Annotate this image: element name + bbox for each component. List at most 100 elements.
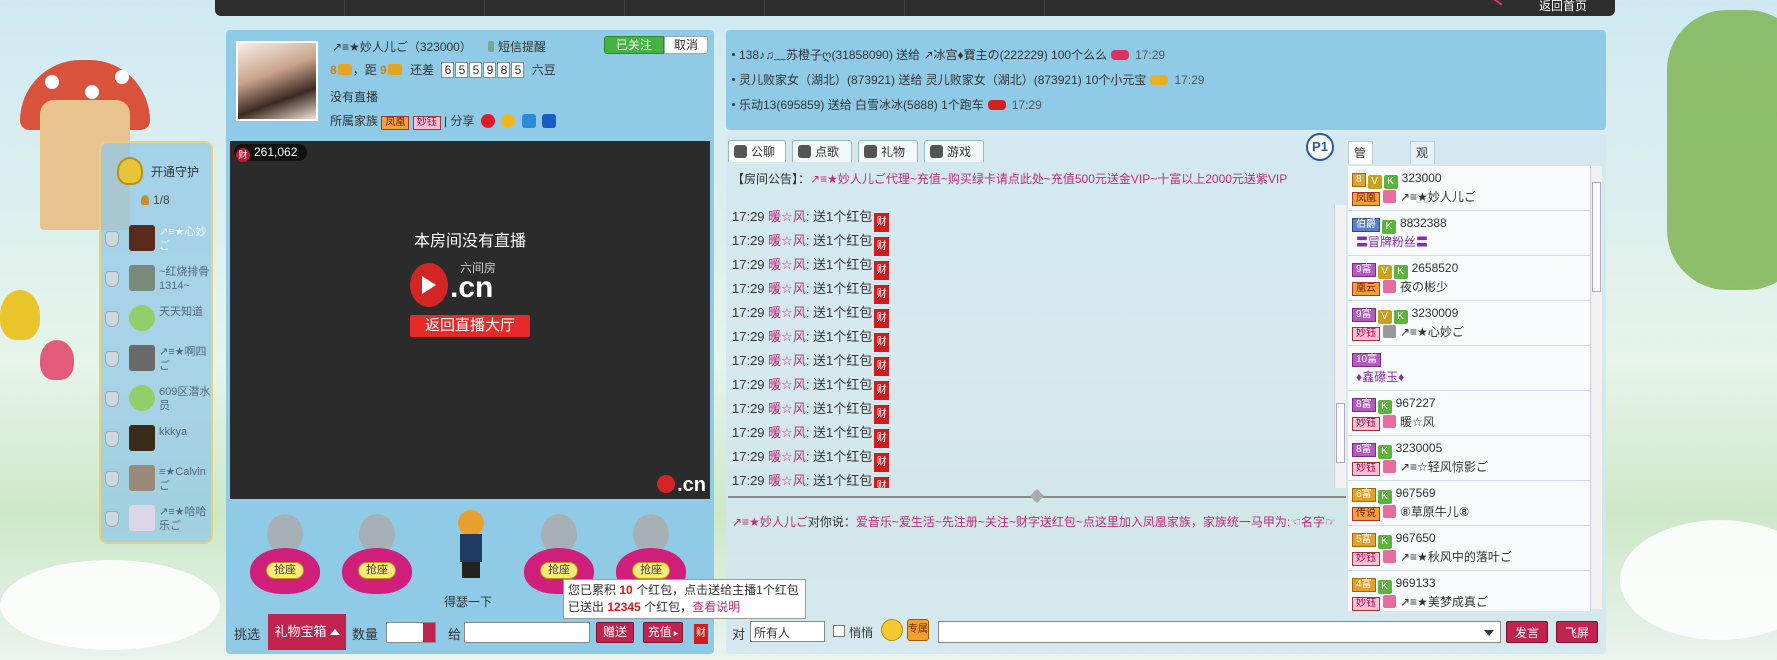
bullet: [732, 78, 735, 81]
msg-nick[interactable]: 暖☆风: [768, 353, 806, 368]
pm-text[interactable]: 爱音乐~爱生活~先注册~关注~财字送红包~点这里加入凤凰家族，家族统一马甲为:☜…: [856, 515, 1336, 529]
top-nav-tab[interactable]: [625, 0, 765, 16]
anchor-avatar[interactable]: [236, 41, 318, 121]
seat[interactable]: 抢座: [250, 514, 320, 604]
user-row[interactable]: 5富 K 967650 妙钰 ↗≡★秋风中的落叶ご: [1348, 526, 1590, 571]
send-gift-button[interactable]: 赠送: [596, 622, 634, 643]
tab-games[interactable]: 游戏: [924, 140, 984, 162]
unfollow-button[interactable]: 取消: [664, 36, 708, 54]
grab-seat-button[interactable]: 抢座: [540, 562, 578, 579]
msg-nick[interactable]: 暖☆风: [768, 329, 806, 344]
medal-icon: [1383, 460, 1396, 473]
tencent-weibo-icon[interactable]: [521, 114, 536, 128]
video-player[interactable]: 财 261,062 本房间没有直播 六间房 .cn 返回直播大厅 .cn: [230, 141, 710, 499]
avatar: [129, 385, 155, 411]
tab-admins[interactable]: 管理员13: [1348, 141, 1374, 229]
view-explanation-link[interactable]: 查看说明: [692, 600, 740, 614]
user-id: 2658520: [1411, 261, 1459, 275]
renren-icon[interactable]: [541, 114, 556, 128]
tab-gifts[interactable]: 礼物: [858, 140, 918, 162]
msg-nick[interactable]: 暖☆风: [768, 425, 806, 440]
guard-member[interactable]: ↗≡★心妙ご: [105, 221, 211, 255]
msg-nick[interactable]: 暖☆风: [768, 209, 806, 224]
tab-public-chat[interactable]: 公聊: [728, 140, 786, 162]
msg-nick[interactable]: 暖☆风: [768, 377, 806, 392]
grab-seat-button[interactable]: 抢座: [358, 562, 396, 579]
msg-nick[interactable]: 暖☆风: [768, 401, 806, 416]
red-packet-button[interactable]: 财: [694, 624, 708, 644]
msg-nick[interactable]: 暖☆风: [768, 281, 806, 296]
top-nav-tab[interactable]: [765, 0, 905, 16]
family-badge[interactable]: 妙钰: [412, 116, 441, 130]
seat[interactable]: 抢座: [342, 514, 412, 604]
pm-nick[interactable]: ↗≡★妙人儿ご: [732, 515, 808, 529]
host-character[interactable]: [450, 510, 490, 590]
anchor-name[interactable]: ↗≡★妙人儿ご（323000）: [332, 38, 472, 55]
distance-label: ，距: [352, 63, 377, 77]
gift-feed: 138♪♫﹏苏橙子ღ(31858090) 送给 ↗冰宫♦寶主の(222229) …: [732, 43, 1352, 118]
user-row[interactable]: 9富 V K 3230009 妙钰 ↗≡★心妙ご: [1348, 301, 1590, 346]
avatar: [129, 225, 155, 251]
grab-seat-button[interactable]: 抢座: [632, 562, 670, 579]
chat-target-select[interactable]: 所有人: [750, 621, 825, 642]
chat-resize-handle[interactable]: [728, 488, 1346, 504]
guard-member[interactable]: 天天知道: [105, 301, 211, 335]
user-row[interactable]: 9富 V K 2658520 凰云 夜の彬少: [1348, 256, 1590, 301]
guard-member[interactable]: ~红烧排骨1314~: [105, 261, 211, 295]
guard-member[interactable]: kkkya: [105, 421, 211, 455]
user-row[interactable]: 8 V K 323000 凤凰 ↗≡★妙人儿ご: [1348, 166, 1590, 211]
chat-message-input[interactable]: [938, 621, 1501, 643]
family-badge[interactable]: 凤凰: [381, 116, 410, 130]
p1-button[interactable]: P1: [1306, 133, 1334, 161]
whisper-checkbox[interactable]: [833, 625, 845, 637]
msg-nick[interactable]: 暖☆风: [768, 233, 806, 248]
grab-seat-button[interactable]: 抢座: [266, 562, 304, 579]
recipient-input[interactable]: [464, 622, 590, 643]
family-tag: 传说: [1352, 507, 1380, 521]
qzone-icon[interactable]: [501, 114, 516, 128]
emoji-icon[interactable]: [881, 619, 903, 641]
user-name: ↗≡★秋风中的落叶ご: [1400, 550, 1512, 564]
notice-content[interactable]: ↗≡★妙人儿ご代理~充值~购买绿卡请点此处~充值500元送金VIP~十富以上20…: [810, 172, 1287, 186]
fly-screen-button[interactable]: 飞屏: [1556, 621, 1598, 643]
top-nav-tab[interactable]: [215, 0, 345, 16]
user-row[interactable]: 10富 ♦鑫礤玉♦: [1348, 346, 1590, 391]
quantity-input[interactable]: [386, 622, 436, 643]
user-row[interactable]: 6富 K 967569 传说 ⑧草原牛儿⑧: [1348, 481, 1590, 526]
gift-feed-time: 17:29: [1135, 48, 1166, 62]
send-message-button[interactable]: 发言: [1506, 621, 1548, 643]
top-nav-tab[interactable]: [345, 0, 485, 16]
guard-member[interactable]: 609区潜水员: [105, 381, 211, 415]
open-guard-link[interactable]: 开通守护: [151, 163, 199, 180]
user-row[interactable]: 8富 K 3230005 妙钰 ↗≡☆轻风惊影ご: [1348, 436, 1590, 481]
top-nav-tab[interactable]: [485, 0, 625, 16]
tab-song-request[interactable]: 点歌: [792, 140, 852, 162]
weibo-icon[interactable]: [480, 114, 495, 128]
return-hall-button[interactable]: 返回直播大厅: [410, 315, 530, 337]
scrollbar-thumb[interactable]: [1592, 182, 1601, 292]
guard-member-name: 609区潜水员: [159, 386, 211, 412]
medal-icon: [1383, 550, 1396, 563]
guard-member[interactable]: ≡★Calvinご: [105, 461, 211, 495]
gift-box-button[interactable]: 礼物宝箱: [268, 614, 346, 650]
tab-audience[interactable]: 观众55: [1410, 141, 1436, 206]
msg-nick[interactable]: 暖☆风: [768, 473, 806, 488]
chat-scrollbar[interactable]: [1334, 205, 1346, 488]
guard-member[interactable]: ↗≡★哈哈乐ご: [105, 501, 211, 535]
msg-nick[interactable]: 暖☆风: [768, 305, 806, 320]
scrollbar-thumb[interactable]: [1336, 403, 1345, 463]
user-row[interactable]: 4富 K 969133 妙钰 ↗≡★美梦成真ご: [1348, 571, 1590, 611]
digit: 6: [441, 62, 455, 78]
user-row[interactable]: 8富 K 967227 妙钰 暖☆风: [1348, 391, 1590, 436]
user-row[interactable]: 伯爵 K 8832388 〓冒牌粉丝〓: [1348, 211, 1590, 256]
followed-button[interactable]: 已关注: [604, 36, 664, 54]
exclusive-emoji-icon[interactable]: 专属: [907, 619, 929, 641]
top-nav-tab[interactable]: [905, 0, 1045, 16]
guard-member[interactable]: ↗≡★啊四ご: [105, 341, 211, 375]
sms-reminder-link[interactable]: 短信提醒: [488, 38, 546, 55]
msg-nick[interactable]: 暖☆风: [768, 449, 806, 464]
home-link[interactable]: 返回首页: [1539, 0, 1587, 14]
msg-nick[interactable]: 暖☆风: [768, 257, 806, 272]
recharge-button[interactable]: 充值: [643, 622, 683, 643]
user-list-scrollbar[interactable]: [1590, 166, 1602, 609]
